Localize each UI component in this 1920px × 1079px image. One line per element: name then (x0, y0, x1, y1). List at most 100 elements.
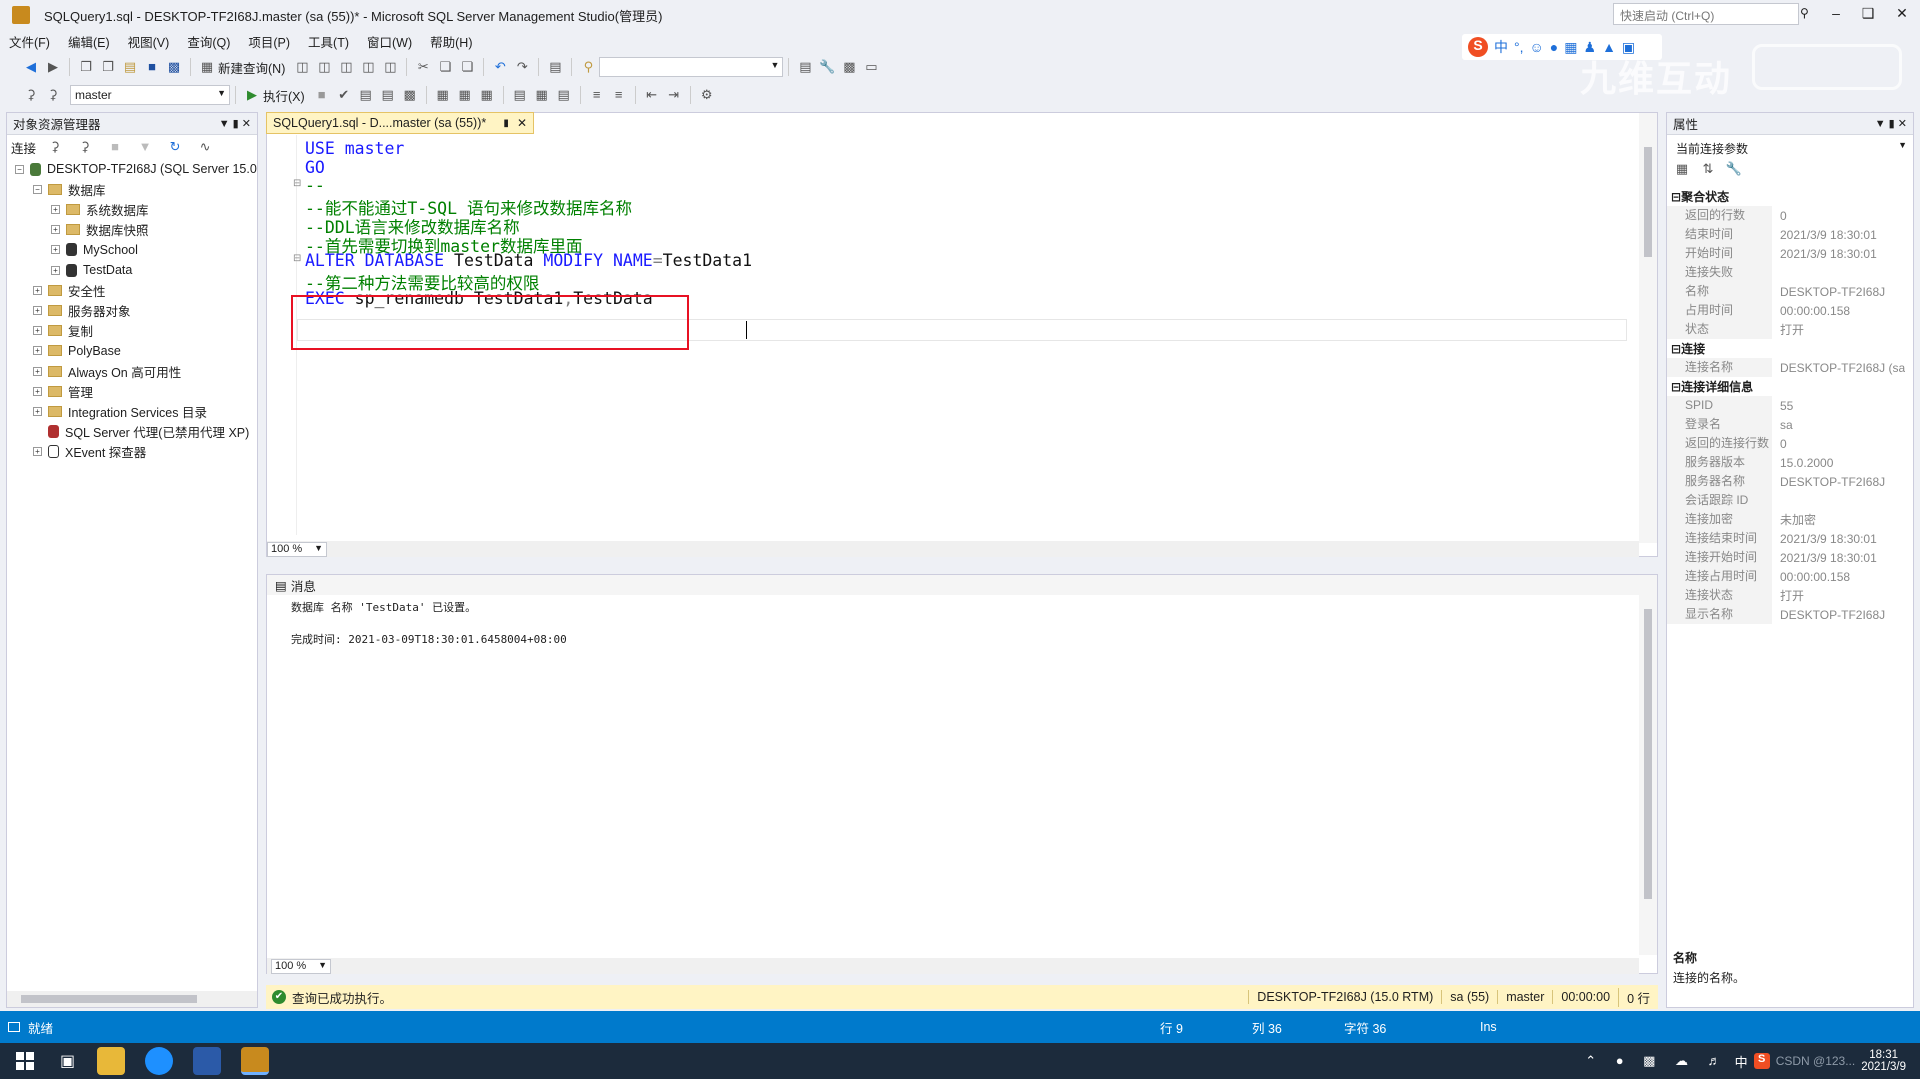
tree-node[interactable]: + 管理 (33, 381, 93, 401)
menu-window[interactable]: 窗口(W) (367, 32, 412, 51)
menu-edit[interactable]: 编辑(E) (68, 32, 110, 51)
property-row[interactable]: 连接占用时间 00:00:00.158 (1667, 567, 1915, 586)
uncomment-icon[interactable]: ≡ (610, 87, 628, 103)
results-file-icon[interactable]: ▤ (555, 87, 573, 103)
tree-node[interactable]: + 服务器对象 (33, 300, 131, 320)
property-row[interactable]: 会话跟踪 ID (1667, 491, 1915, 510)
property-row[interactable]: 连接名称 DESKTOP-TF2I68J (sa (1667, 358, 1915, 377)
collapse-icon[interactable]: − (33, 184, 42, 194)
fold-toggle-icon[interactable]: ⊟ (293, 253, 301, 264)
property-category[interactable]: ⊟ 连接详细信息 (1667, 377, 1915, 396)
tree-node[interactable]: + 安全性 (33, 280, 106, 300)
property-row[interactable]: 连接开始时间 2021/3/9 18:30:01 (1667, 548, 1915, 567)
display-plan-icon[interactable]: ▤ (357, 87, 375, 103)
property-row[interactable]: 返回的连接行数 0 (1667, 434, 1915, 453)
expand-icon[interactable]: + (33, 406, 42, 416)
properties-icon[interactable]: 🔧 (818, 59, 836, 75)
activity-icon[interactable]: ∿ (196, 139, 214, 155)
property-row[interactable]: 连接结束时间 2021/3/9 18:30:01 (1667, 529, 1915, 548)
file-explorer-icon[interactable] (97, 1047, 126, 1075)
solution-explorer-icon[interactable]: ▤ (796, 59, 814, 75)
expand-icon[interactable]: + (33, 447, 42, 457)
maximize-button[interactable]: ❑ (1854, 5, 1882, 22)
properties-pin-icon[interactable]: ▼ ▮ ✕ (1875, 117, 1907, 130)
results-vertical-scrollbar[interactable] (1639, 595, 1657, 955)
window-icon[interactable]: ▭ (862, 59, 880, 75)
expand-icon[interactable]: + (51, 204, 60, 214)
word-icon[interactable] (193, 1047, 222, 1075)
menu-help[interactable]: 帮助(H) (430, 32, 472, 51)
toolbox-icon[interactable]: ▩ (840, 59, 858, 75)
messages-tab[interactable]: 消息 (291, 576, 316, 595)
connect-icon[interactable]: ⚳ (22, 87, 40, 103)
task-view-icon[interactable]: ▣ (60, 1051, 75, 1071)
menu-view[interactable]: 视图(V) (128, 32, 170, 51)
collapse-icon[interactable]: ⊟ (1671, 342, 1681, 356)
property-row[interactable]: 连接失败 (1667, 263, 1915, 282)
filter-icon[interactable]: ▼ (136, 139, 154, 155)
expand-icon[interactable]: + (33, 285, 42, 295)
property-row[interactable]: 占用时间 00:00:00.158 (1667, 301, 1915, 320)
categorized-icon[interactable]: ▦ (1673, 161, 1691, 177)
activity-monitor-icon[interactable]: ▤ (546, 59, 564, 75)
property-row[interactable]: 服务器名称 DESKTOP-TF2I68J (1667, 472, 1915, 491)
execute-button[interactable]: 执行(X) (263, 86, 305, 105)
editor-vertical-scrollbar[interactable] (1639, 113, 1657, 543)
comment-icon[interactable]: ≡ (588, 87, 606, 103)
menu-project[interactable]: 项目(P) (248, 32, 290, 51)
tree-node[interactable]: + Integration Services 目录 (33, 401, 207, 421)
tree-node[interactable]: + MySchool (51, 240, 138, 260)
menu-file[interactable]: 文件(F) (9, 32, 50, 51)
save-icon[interactable]: ■ (143, 59, 161, 75)
ime-indicator[interactable]: 中 (1735, 1052, 1748, 1071)
minimize-button[interactable]: – (1822, 5, 1850, 21)
new-query-icon[interactable]: ▦ (198, 59, 216, 75)
cancel-query-icon[interactable]: ■ (313, 87, 331, 103)
cut-icon[interactable]: ✂ (414, 59, 432, 75)
property-category[interactable]: ⊟ 聚合状态 (1667, 187, 1915, 206)
collapse-icon[interactable]: ⊟ (1671, 190, 1681, 204)
expand-icon[interactable]: + (51, 265, 60, 275)
property-row[interactable]: 结束时间 2021/3/9 18:30:01 (1667, 225, 1915, 244)
menu-tools[interactable]: 工具(T) (308, 32, 349, 51)
intellisense-icon[interactable]: ▩ (401, 87, 419, 103)
add-item-icon[interactable]: ❐ (99, 59, 117, 75)
tree-node[interactable]: − 数据库 (33, 179, 106, 199)
results-grid-icon[interactable]: ▦ (533, 87, 551, 103)
oe-horizontal-scrollbar[interactable] (7, 991, 257, 1007)
property-row[interactable]: 连接加密 未加密 (1667, 510, 1915, 529)
tree-node[interactable]: + XEvent 探查器 (33, 442, 146, 462)
tree-node[interactable]: + PolyBase (33, 341, 121, 361)
ssms-taskbar-icon[interactable] (241, 1047, 270, 1075)
properties-object-select[interactable]: 当前连接参数 ▼ (1671, 137, 1911, 157)
expand-icon[interactable]: + (33, 386, 42, 396)
expand-icon[interactable]: + (33, 366, 42, 376)
expand-icon[interactable]: + (33, 346, 42, 356)
search-combo[interactable]: ▼ (599, 57, 784, 77)
tab-close-icon[interactable]: ✕ (517, 116, 527, 130)
property-row[interactable]: 登录名 sa (1667, 415, 1915, 434)
live-stats-icon[interactable]: ▦ (456, 87, 474, 103)
refresh-icon[interactable]: ↻ (166, 139, 184, 155)
tree-node[interactable]: + 系统数据库 (51, 199, 149, 219)
property-row[interactable]: 开始时间 2021/3/9 18:30:01 (1667, 244, 1915, 263)
expand-icon[interactable]: + (51, 245, 60, 255)
sogou-tray-icon[interactable]: S (1753, 1053, 1770, 1069)
property-row[interactable]: 显示名称 DESKTOP-TF2I68J (1667, 605, 1915, 624)
property-row[interactable]: 服务器版本 15.0.2000 (1667, 453, 1915, 472)
specify-values-icon[interactable]: ⚙ (698, 87, 716, 103)
decrease-indent-icon[interactable]: ⇤ (643, 87, 661, 103)
tree-node[interactable]: SQL Server 代理(已禁用代理 XP) (33, 422, 249, 442)
property-pages-icon[interactable]: 🔧 (1725, 161, 1743, 177)
dax-query-icon[interactable]: ◫ (381, 59, 399, 75)
close-button[interactable]: ✕ (1888, 5, 1916, 22)
tab-sqlquery1[interactable]: SQLQuery1.sql - D....master (sa (55))* ▮… (266, 112, 534, 134)
collapse-icon[interactable]: ⊟ (1671, 380, 1681, 394)
paste-icon[interactable]: ❏ (458, 59, 476, 75)
db-engine-query-icon[interactable]: ◫ (293, 59, 311, 75)
xmla-query-icon[interactable]: ◫ (359, 59, 377, 75)
tree-node[interactable]: − DESKTOP-TF2I68J (SQL Server 15.0 (15, 159, 257, 179)
property-row[interactable]: 状态 打开 (1667, 320, 1915, 339)
mdx-query-icon[interactable]: ◫ (315, 59, 333, 75)
quick-launch-input[interactable]: 快速启动 (Ctrl+Q) (1613, 3, 1799, 25)
